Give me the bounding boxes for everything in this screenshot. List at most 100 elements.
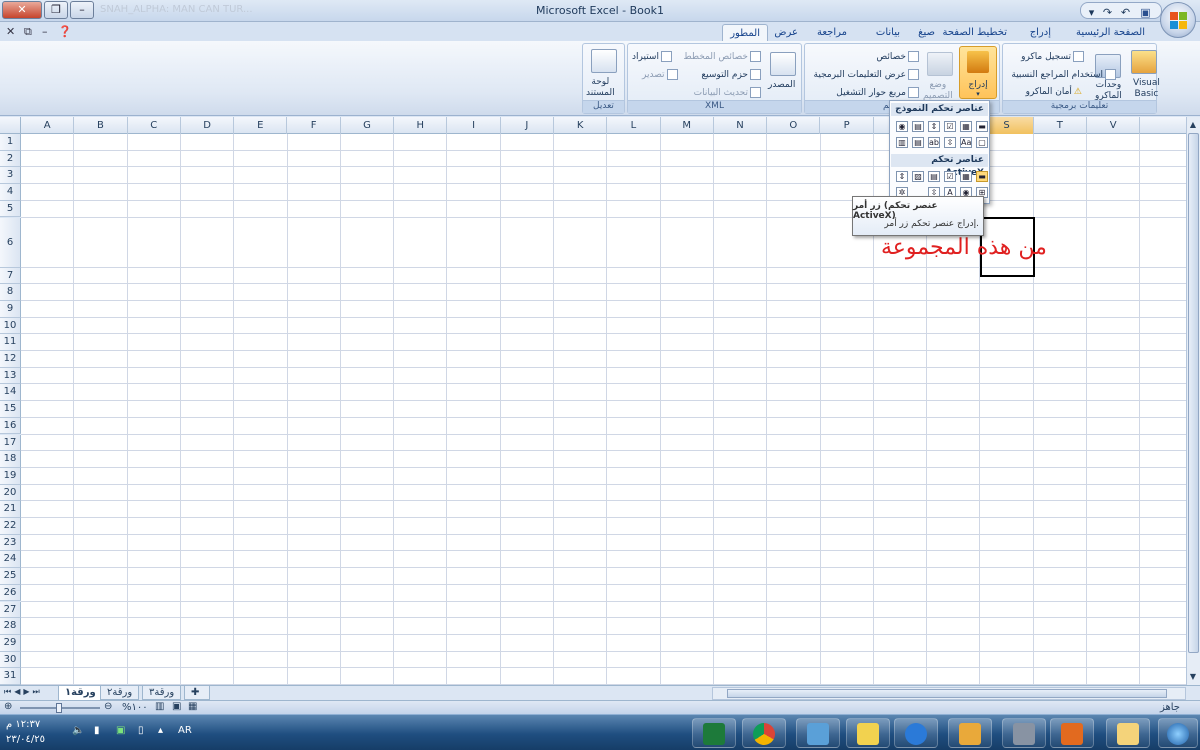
battery-icon[interactable]: ▣ (116, 725, 125, 736)
row-header-5[interactable]: 5 (0, 200, 21, 218)
row-header-9[interactable]: 9 (0, 300, 21, 318)
row-header-3[interactable]: 3 (0, 167, 21, 185)
customize-qat-icon[interactable]: ▾ (1085, 6, 1098, 19)
sheet-tab-2[interactable]: ورقة٢ (100, 686, 140, 700)
export-button[interactable]: تصدير (642, 69, 678, 80)
row-header-12[interactable]: 12 (0, 351, 21, 368)
row-header-30[interactable]: 30 (0, 651, 21, 669)
activex-checkbox-icon[interactable]: ☑ (944, 171, 956, 182)
column-header-j[interactable]: J (501, 117, 554, 134)
activex-combo-icon[interactable]: ▤ (928, 171, 940, 182)
row-header-11[interactable]: 11 (0, 334, 21, 351)
restore-workbook-icon[interactable]: ⧉ (24, 25, 32, 39)
column-header-c[interactable]: C (128, 117, 181, 134)
normal-view-icon[interactable]: ▦ (188, 701, 197, 712)
row-header-25[interactable]: 25 (0, 568, 21, 585)
zoom-slider[interactable] (20, 703, 100, 713)
activex-list-icon[interactable]: ▦ (960, 171, 972, 182)
activex-spin-icon[interactable]: ⇕ (896, 171, 908, 182)
row-header-18[interactable]: 18 (0, 451, 21, 468)
zoom-out-icon[interactable]: ⊖ (104, 701, 112, 712)
column-header-m[interactable]: M (661, 117, 714, 134)
horizontal-scroll-thumb[interactable] (727, 689, 1167, 698)
insert-sheet-icon[interactable]: ✚ (184, 686, 210, 700)
form-label-icon[interactable]: Aa (960, 137, 972, 148)
form-group-box-icon[interactable]: ▤ (912, 121, 924, 132)
tab-insert[interactable]: إدراج (1023, 24, 1058, 42)
vertical-scrollbar[interactable]: ▲ ▼ (1186, 117, 1200, 685)
column-header-e[interactable]: E (234, 117, 288, 134)
horizontal-scrollbar[interactable] (712, 687, 1186, 700)
activex-command-button-icon[interactable]: ▬ (976, 171, 988, 182)
row-header-14[interactable]: 14 (0, 384, 21, 402)
xml-source-button[interactable]: المصدر (768, 80, 795, 90)
row-header-31[interactable]: 31 (0, 668, 21, 685)
form-button-icon[interactable]: ▬ (976, 121, 988, 132)
notification-icon[interactable]: ▯ (138, 725, 144, 736)
tab-view[interactable]: عرض (767, 24, 805, 42)
redo-icon[interactable]: ↷ (1101, 6, 1114, 19)
row-header-15[interactable]: 15 (0, 401, 21, 418)
tab-developer[interactable]: المطور (722, 24, 768, 42)
column-header-f[interactable]: F (288, 117, 341, 134)
select-all-corner[interactable] (0, 117, 21, 134)
network-icon[interactable]: ▮ (94, 725, 100, 736)
minimize-workbook-icon[interactable]: – (42, 25, 48, 38)
show-hidden-icons-icon[interactable]: ▴ (158, 725, 163, 736)
document-panel-button[interactable]: لوحة المستند (586, 77, 615, 99)
row-header-24[interactable]: 24 (0, 551, 21, 569)
column-header-p[interactable]: P (821, 117, 874, 134)
zoom-in-icon[interactable]: ⊕ (4, 701, 12, 712)
row-header-29[interactable]: 29 (0, 634, 21, 652)
insert-controls-button[interactable]: إدراج ▾ (959, 46, 997, 99)
row-header-1[interactable]: 1 (0, 134, 21, 151)
design-mode-button[interactable]: وضع التصميم (923, 80, 953, 102)
taskbar-app-3[interactable] (796, 718, 840, 748)
row-header-26[interactable]: 26 (0, 584, 21, 602)
row-header-10[interactable]: 10 (0, 317, 21, 335)
help-icon[interactable]: ❓ (58, 25, 72, 38)
column-header-d[interactable]: D (181, 117, 235, 134)
macro-security-button[interactable]: أمان الماكرو ⚠ (1026, 87, 1082, 97)
macros-button[interactable]: وحدات الماكرو (1095, 80, 1122, 102)
column-header-l[interactable]: L (607, 117, 661, 134)
tab-data[interactable]: بيانات (869, 24, 907, 42)
row-header-27[interactable]: 27 (0, 601, 21, 619)
page-break-view-icon[interactable]: ▥ (155, 701, 164, 712)
start-button[interactable] (1158, 718, 1198, 748)
volume-icon[interactable]: 🔈 (72, 725, 84, 736)
column-header-o[interactable]: O (767, 117, 821, 134)
sheet-tab-1[interactable]: ورقة١ (58, 686, 103, 701)
taskbar-app-7[interactable] (1002, 718, 1046, 748)
row-header-6[interactable]: 6 (0, 217, 21, 268)
sheet-navigation-icon[interactable]: ⏮◀▶⏭ (4, 687, 43, 697)
undo-icon[interactable]: ↶ (1119, 6, 1132, 19)
properties-button[interactable]: خصائص (876, 51, 919, 62)
close-workbook-icon[interactable]: ✕ (6, 25, 15, 38)
page-layout-view-icon[interactable]: ▣ (172, 701, 181, 712)
taskbar-app-4[interactable] (846, 718, 890, 748)
form-spin-button-icon[interactable]: ⇕ (928, 121, 940, 132)
row-header-16[interactable]: 16 (0, 417, 21, 435)
import-button[interactable]: استيراد (632, 51, 672, 62)
clock-time[interactable]: ١٢:٣٧ م (6, 719, 40, 730)
column-header-i[interactable]: I (447, 117, 501, 134)
row-header-28[interactable]: 28 (0, 618, 21, 635)
form-dialog-icon[interactable]: ▢ (976, 137, 988, 148)
run-dialog-button[interactable]: مربع حوار التشغيل (836, 87, 919, 98)
sheet-tab-3[interactable]: ورقة٣ (142, 686, 182, 700)
form-scroll-bar-icon[interactable]: ⇳ (944, 137, 956, 148)
column-header-v[interactable]: V (1087, 117, 1141, 134)
row-header-8[interactable]: 8 (0, 284, 21, 301)
tab-formulas[interactable]: صيغ (911, 24, 942, 42)
row-header-19[interactable]: 19 (0, 467, 21, 485)
worksheet-grid[interactable]: من هذه المجموعة (21, 134, 1186, 685)
column-header-n[interactable]: N (714, 117, 768, 134)
row-header-20[interactable]: 20 (0, 484, 21, 502)
record-macro-button[interactable]: تسجيل ماكرو (1021, 51, 1084, 62)
row-header-4[interactable]: 4 (0, 184, 21, 201)
row-header-13[interactable]: 13 (0, 367, 21, 385)
scroll-up-icon[interactable]: ▲ (1187, 118, 1199, 132)
tab-home[interactable]: الصفحة الرئيسية (1069, 24, 1152, 42)
vertical-scroll-thumb[interactable] (1188, 133, 1199, 653)
